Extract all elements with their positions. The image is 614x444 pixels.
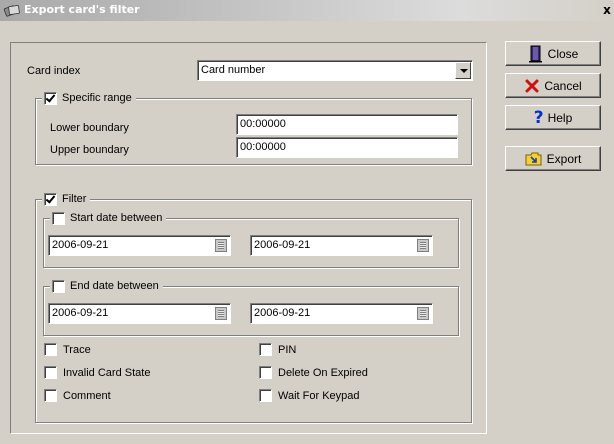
trace-label: Trace (63, 343, 91, 356)
export-button[interactable]: Export (505, 146, 601, 171)
comment-label: Comment (63, 389, 111, 402)
end-date-label: End date between (70, 280, 159, 292)
delete-on-expired-option[interactable]: Delete On Expired (259, 366, 368, 379)
specific-range-checkbox[interactable] (44, 91, 57, 105)
specific-range-label: Specific range (62, 92, 132, 104)
wait-for-keypad-option[interactable]: Wait For Keypad (259, 389, 360, 402)
filter-panel: Card index Card number Specific range Lo… (10, 42, 487, 434)
start-date-to-input[interactable]: 2006-09-21 (250, 235, 433, 256)
invalid-card-state-label: Invalid Card State (63, 366, 151, 379)
calendar-icon[interactable] (215, 239, 227, 252)
upper-boundary-value: 00:00000 (240, 141, 286, 153)
filter-label: Filter (62, 193, 87, 205)
upper-boundary-label: Upper boundary (50, 144, 129, 156)
end-date-from-value: 2006-09-21 (52, 307, 109, 319)
title-bar: Export card's filter x (0, 0, 614, 21)
end-date-legend: End date between (50, 279, 163, 293)
cancel-button[interactable]: Cancel (505, 73, 601, 98)
wait-for-keypad-checkbox[interactable] (259, 389, 272, 402)
invalid-card-state-option[interactable]: Invalid Card State (44, 366, 150, 379)
window-title: Export card's filter (24, 3, 140, 16)
cancel-button-label: Cancel (544, 78, 582, 93)
card-index-label: Card index (27, 65, 81, 77)
start-date-label: Start date between (70, 212, 163, 224)
start-date-to-value: 2006-09-21 (254, 239, 311, 251)
start-date-from-input[interactable]: 2006-09-21 (48, 235, 231, 256)
wait-for-keypad-label: Wait For Keypad (278, 389, 360, 402)
lower-boundary-value: 00:00000 (240, 118, 286, 130)
card-index-value: Card number (201, 64, 266, 76)
chevron-down-icon[interactable] (455, 62, 471, 79)
pin-checkbox[interactable] (259, 343, 272, 356)
question-icon: ? (533, 107, 544, 128)
calendar-icon[interactable] (417, 307, 429, 320)
calendar-icon[interactable] (215, 307, 227, 320)
export-button-label: Export (546, 151, 582, 166)
pin-label: PIN (278, 343, 297, 356)
cards-icon (3, 5, 20, 17)
end-date-checkbox[interactable] (52, 279, 65, 293)
calendar-icon[interactable] (417, 239, 429, 252)
end-date-group: End date between 2006-09-21 2006-09-21 (43, 279, 459, 336)
start-date-legend: Start date between (50, 211, 167, 225)
start-date-from-value: 2006-09-21 (52, 239, 109, 251)
folder-arrow-icon (525, 152, 542, 165)
comment-checkbox[interactable] (44, 389, 57, 402)
pin-option[interactable]: PIN (259, 343, 296, 356)
start-date-checkbox[interactable] (52, 211, 65, 225)
end-date-from-input[interactable]: 2006-09-21 (48, 303, 231, 324)
card-index-combo[interactable]: Card number (197, 60, 473, 81)
lower-boundary-input[interactable]: 00:00000 (236, 114, 458, 135)
close-window-button[interactable]: x (600, 2, 614, 18)
start-date-group: Start date between 2006-09-21 2006-09-21 (43, 211, 459, 268)
lower-boundary-label: Lower boundary (50, 122, 129, 134)
upper-boundary-input[interactable]: 00:00000 (236, 137, 458, 158)
red-x-icon (525, 79, 539, 92)
invalid-card-state-checkbox[interactable] (44, 366, 57, 379)
specific-range-group: Specific range Lower boundary 00:00000 U… (35, 91, 472, 165)
door-icon (528, 45, 542, 62)
filter-group: Filter Start date between 2006-09-21 200… (35, 192, 472, 423)
help-button[interactable]: ? Help (505, 105, 601, 130)
delete-on-expired-label: Delete On Expired (278, 366, 368, 379)
filter-checkbox[interactable] (44, 192, 57, 206)
end-date-to-value: 2006-09-21 (254, 307, 311, 319)
specific-range-legend: Specific range (42, 91, 136, 105)
close-button-label: Close (547, 46, 579, 61)
delete-on-expired-checkbox[interactable] (259, 366, 272, 379)
end-date-to-input[interactable]: 2006-09-21 (250, 303, 433, 324)
help-button-label: Help (547, 110, 573, 125)
comment-option[interactable]: Comment (44, 389, 111, 402)
trace-checkbox[interactable] (44, 343, 57, 356)
trace-option[interactable]: Trace (44, 343, 91, 356)
close-button[interactable]: Close (505, 41, 601, 66)
filter-legend: Filter (42, 192, 91, 206)
